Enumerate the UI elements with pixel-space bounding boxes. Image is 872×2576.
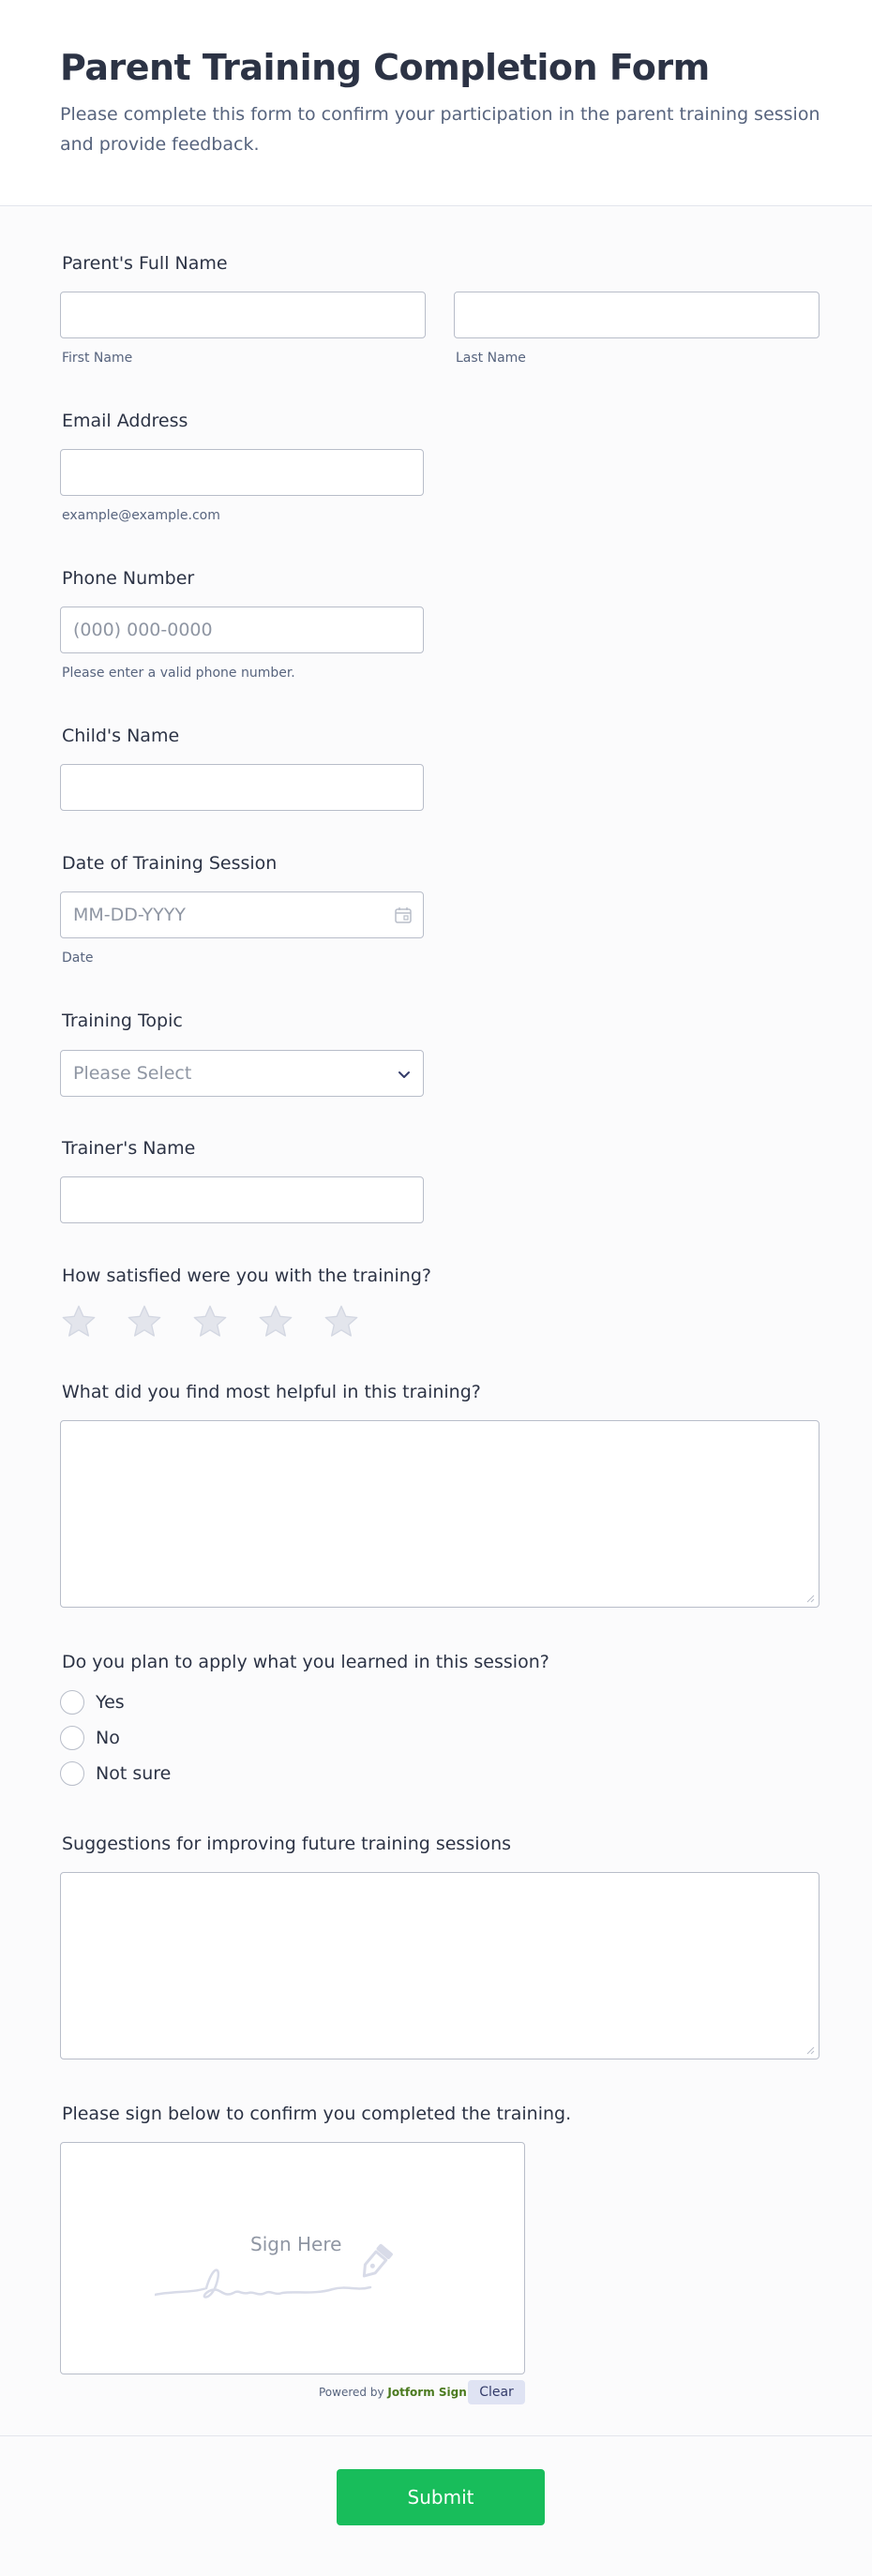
helpful-label: What did you find most helpful in this t… bbox=[62, 1382, 481, 1402]
chevron-down-icon bbox=[398, 1071, 410, 1078]
date-input[interactable] bbox=[60, 891, 424, 938]
star-icon[interactable] bbox=[126, 1303, 163, 1340]
phone-sublabel: Please enter a valid phone number. bbox=[62, 666, 295, 681]
jotform-sign-brand[interactable]: Jotform Sign bbox=[387, 2386, 466, 2399]
clear-signature-button[interactable]: Clear bbox=[468, 2380, 525, 2404]
trainer-label: Trainer's Name bbox=[62, 1138, 196, 1159]
calendar-icon[interactable] bbox=[394, 906, 413, 924]
star-icon[interactable] bbox=[323, 1303, 360, 1340]
signature-label: Please sign below to confirm you complet… bbox=[62, 2104, 572, 2124]
radio-button[interactable] bbox=[60, 1726, 84, 1750]
first-name-input[interactable] bbox=[60, 292, 426, 338]
radio-option-label: Not sure bbox=[96, 1763, 172, 1784]
date-field bbox=[60, 891, 424, 938]
first-name-sublabel: First Name bbox=[62, 351, 133, 366]
child-name-input[interactable] bbox=[60, 764, 424, 811]
trainer-input[interactable] bbox=[60, 1176, 424, 1223]
signature-pad[interactable]: Sign Here bbox=[60, 2142, 525, 2374]
suggestions-label: Suggestions for improving future trainin… bbox=[62, 1834, 512, 1854]
topic-select[interactable]: Please Select bbox=[60, 1050, 424, 1097]
form-header: Parent Training Completion Form Please c… bbox=[0, 0, 872, 206]
radio-option-label: No bbox=[96, 1728, 120, 1748]
resize-handle-icon[interactable] bbox=[806, 1595, 815, 1603]
signature-placeholder: Sign Here bbox=[250, 2233, 342, 2255]
full-name-label: Parent's Full Name bbox=[62, 253, 228, 274]
footer-divider bbox=[0, 2435, 872, 2436]
date-label: Date of Training Session bbox=[62, 853, 278, 874]
submit-button[interactable]: Submit bbox=[337, 2469, 545, 2525]
phone-label: Phone Number bbox=[62, 568, 195, 589]
apply-label: Do you plan to apply what you learned in… bbox=[62, 1652, 549, 1672]
phone-input[interactable] bbox=[60, 607, 424, 653]
rating-label: How satisfied were you with the training… bbox=[62, 1266, 431, 1286]
powered-by-text: Powered by Jotform Sign bbox=[319, 2386, 467, 2399]
radio-option-label: Yes bbox=[96, 1692, 125, 1713]
email-label: Email Address bbox=[62, 411, 188, 431]
helpful-textarea[interactable] bbox=[60, 1420, 819, 1608]
form-description: Please complete this form to confirm you… bbox=[60, 104, 820, 155]
powered-by-prefix: Powered by bbox=[319, 2386, 384, 2399]
last-name-input[interactable] bbox=[454, 292, 819, 338]
last-name-sublabel: Last Name bbox=[456, 351, 526, 366]
radio-button[interactable] bbox=[60, 1690, 84, 1715]
child-name-label: Child's Name bbox=[62, 726, 180, 746]
topic-select-value: Please Select bbox=[73, 1063, 192, 1084]
form-title: Parent Training Completion Form bbox=[60, 47, 710, 88]
star-icon[interactable] bbox=[257, 1303, 294, 1340]
star-icon[interactable] bbox=[191, 1303, 229, 1340]
radio-button[interactable] bbox=[60, 1761, 84, 1786]
resize-handle-icon[interactable] bbox=[806, 2046, 815, 2055]
date-sublabel: Date bbox=[62, 951, 94, 966]
suggestions-textarea[interactable] bbox=[60, 1872, 819, 2059]
star-icon[interactable] bbox=[60, 1303, 98, 1340]
email-sublabel: example@example.com bbox=[62, 508, 220, 523]
topic-label: Training Topic bbox=[62, 1011, 183, 1031]
email-input[interactable] bbox=[60, 449, 424, 496]
